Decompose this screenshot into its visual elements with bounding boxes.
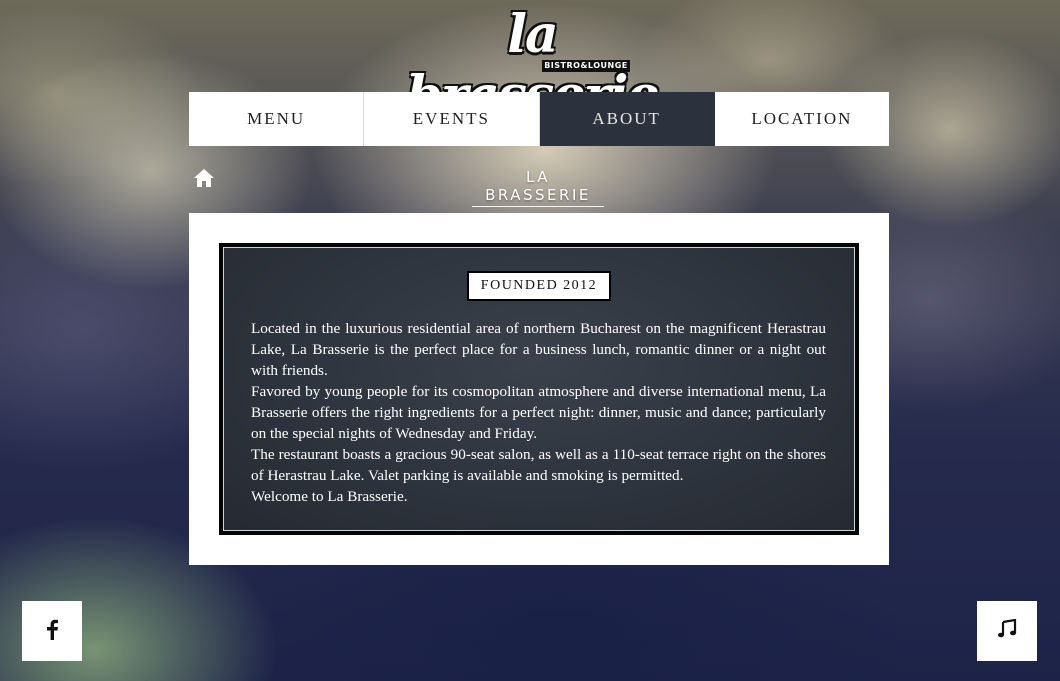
about-panel-inner: FOUNDED 2012 Located in the luxurious re… [223, 247, 855, 531]
about-paragraph: Welcome to La Brasserie. [251, 488, 408, 505]
nav-item-events[interactable]: EVENTS [364, 92, 540, 146]
founded-badge: FOUNDED 2012 [467, 271, 611, 301]
founded-badge-label: FOUNDED 2012 [469, 273, 609, 299]
home-icon[interactable] [193, 167, 215, 189]
nav-item-location[interactable]: LOCATION [715, 92, 889, 146]
main-nav: MENU EVENTS ABOUT LOCATION [189, 92, 889, 146]
music-note-icon [997, 618, 1017, 644]
about-card: FOUNDED 2012 Located in the luxurious re… [189, 213, 889, 565]
logo-subtitle: BISTRO&LOUNGE [542, 60, 630, 72]
about-paragraph: Favored by young people for its cosmopol… [251, 383, 826, 442]
about-paragraph: The restaurant boasts a gracious 90-seat… [251, 446, 826, 484]
breadcrumb-current: LA BRASSERIE [472, 168, 604, 207]
about-panel: FOUNDED 2012 Located in the luxurious re… [219, 243, 859, 535]
music-toggle-button[interactable] [977, 601, 1037, 661]
about-text: Located in the luxurious residential are… [251, 318, 826, 507]
nav-item-menu[interactable]: MENU [189, 92, 365, 146]
brand-logo[interactable]: la brasserie BISTRO&LOUNGE [392, 4, 672, 126]
facebook-button[interactable] [22, 601, 82, 661]
about-paragraph: Located in the luxurious residential are… [251, 320, 826, 379]
facebook-icon [45, 618, 59, 645]
nav-item-about[interactable]: ABOUT [539, 92, 715, 146]
